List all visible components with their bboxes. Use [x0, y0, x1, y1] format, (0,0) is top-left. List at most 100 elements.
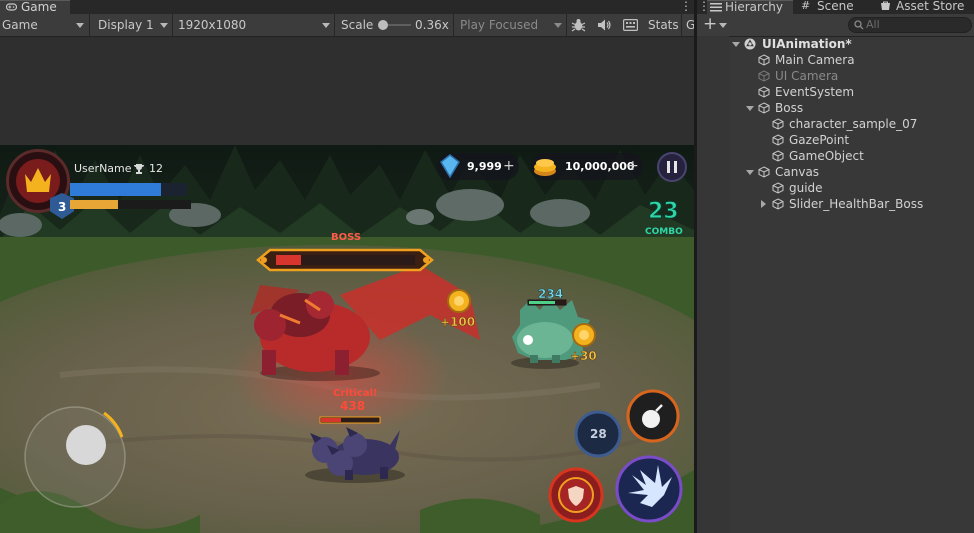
trophy-count: 12	[149, 162, 163, 175]
chevron-down-icon	[160, 23, 168, 28]
gems-value: 9,999	[467, 160, 502, 173]
tab-game-label: Game	[21, 0, 57, 14]
expand-arrow-icon[interactable]	[746, 164, 754, 180]
hierarchy-item-label: Boss	[775, 101, 804, 115]
scale-label: Scale	[341, 18, 374, 32]
toolbar-divider	[453, 14, 454, 36]
bomb-skill-button[interactable]	[626, 389, 680, 443]
expand-arrow-icon[interactable]	[746, 100, 754, 116]
gold-coin-icon	[447, 289, 471, 313]
enemy-health-fill	[529, 301, 555, 304]
chevron-down-icon	[322, 23, 330, 28]
combo-label: COMBO	[645, 227, 683, 237]
tab-scene-label: Scene	[817, 0, 854, 13]
add-object-button[interactable]: +	[703, 14, 717, 34]
game-view-letterbox	[0, 37, 694, 145]
gold-pickup-2: +30	[570, 349, 597, 364]
hierarchy-item-slider-healthbar-boss[interactable]: Slider_HealthBar_Boss	[697, 196, 974, 212]
shield-skill-button[interactable]	[548, 467, 604, 523]
pause-icon	[667, 161, 670, 173]
tab-hierarchy-label: Hierarchy	[725, 0, 784, 14]
username-label: UserName	[74, 162, 132, 175]
hierarchy-search-input[interactable]: All	[848, 17, 972, 33]
pause-button[interactable]	[657, 152, 687, 182]
toolbar-divider	[172, 14, 173, 36]
add-gold-icon[interactable]: +	[627, 159, 639, 173]
hierarchy-item-label: UI Camera	[775, 69, 839, 83]
hierarchy-item-boss[interactable]: Boss	[697, 100, 974, 116]
hierarchy-item-gameobject[interactable]: GameObject	[697, 148, 974, 164]
gameobject-cube-icon	[758, 54, 770, 66]
gameobject-cube-icon	[772, 182, 784, 194]
game-mode-dropdown[interactable]: Game	[2, 16, 38, 34]
expand-arrow-icon[interactable]	[732, 36, 740, 52]
add-gems-icon[interactable]: +	[503, 159, 515, 173]
display-dropdown[interactable]: Display 1	[98, 16, 154, 34]
game-toolbar: Game Display 1 1920x1080 Scale 0.36x Pla…	[0, 14, 695, 37]
gameobject-cube-icon	[758, 86, 770, 98]
boss-label: BOSS	[331, 232, 362, 243]
hierarchy-item-gazepoint[interactable]: GazePoint	[697, 132, 974, 148]
boss-health-fill	[276, 255, 301, 265]
gameobject-cube-icon	[758, 166, 770, 178]
tab-scene[interactable]: # Scene	[797, 0, 871, 14]
gold-coin-icon	[572, 323, 596, 347]
player-health-fill	[70, 183, 162, 196]
toolbar-divider	[334, 14, 335, 36]
tab-asset-store[interactable]: Asset Store	[877, 0, 974, 14]
scale-slider-handle[interactable]	[378, 20, 388, 30]
keyboard-icon[interactable]	[623, 18, 638, 32]
pause-icon-bar	[674, 161, 677, 173]
chevron-down-icon	[719, 23, 727, 28]
hierarchy-item-main-camera[interactable]: Main Camera	[697, 52, 974, 68]
stats-button[interactable]: Stats	[648, 16, 679, 34]
collapse-arrow-icon[interactable]	[761, 196, 769, 212]
bomb-icon	[642, 410, 660, 428]
hierarchy-item-guide[interactable]: guide	[697, 180, 974, 196]
gold-value: 10,000,000	[565, 160, 635, 173]
boss-health-bar	[256, 248, 434, 272]
tab-game[interactable]: Game	[0, 0, 70, 14]
gameobject-cube-icon	[772, 134, 784, 146]
hierarchy-item-canvas[interactable]: Canvas	[697, 164, 974, 180]
chevron-down-icon	[76, 23, 84, 28]
hierarchy-tab-bar: ⋮ Hierarchy # Scene Asset Store	[697, 0, 974, 14]
attack-skill-button[interactable]	[615, 455, 683, 523]
hierarchy-item-ui-camera[interactable]: UI Camera	[697, 68, 974, 84]
resolution-dropdown[interactable]: 1920x1080	[178, 16, 246, 34]
hierarchy-item-label: GazePoint	[789, 133, 850, 147]
list-icon	[710, 3, 722, 12]
gold-pickup-1: +100	[440, 315, 476, 330]
toolbar-divider	[681, 14, 682, 36]
hierarchy-item-label: UIAnimation*	[762, 37, 852, 51]
player-exp-bar	[70, 200, 191, 209]
hierarchy-item-character-sample[interactable]: character_sample_07	[697, 116, 974, 132]
skill-cooldown: 28	[590, 427, 607, 441]
toolbar-divider	[566, 14, 567, 36]
trophy-icon	[134, 164, 144, 174]
gameobject-cube-icon	[758, 70, 770, 82]
gameobject-cube-icon	[772, 118, 784, 130]
hierarchy-item-label: character_sample_07	[789, 117, 918, 131]
hierarchy-item-label: Main Camera	[775, 53, 855, 67]
hierarchy-item-eventsystem[interactable]: EventSystem	[697, 84, 974, 100]
player-exp-fill	[70, 200, 119, 209]
hierarchy-item-label: Slider_HealthBar_Boss	[789, 197, 924, 211]
game-panel-menu-icon[interactable]: ⋮	[680, 0, 692, 13]
hierarchy-item-label: GameObject	[789, 149, 864, 163]
gamepad-icon	[6, 3, 17, 11]
joystick-thumb[interactable]	[66, 425, 106, 465]
tab-hierarchy[interactable]: Hierarchy	[707, 0, 793, 14]
play-mode-dropdown[interactable]: Play Focused	[460, 16, 538, 34]
tab-asset-store-label: Asset Store	[896, 0, 965, 13]
damage-number-1: 234	[538, 287, 564, 302]
audio-icon[interactable]	[597, 18, 611, 32]
hierarchy-item-uianimation[interactable]: UIAnimation*	[697, 36, 974, 52]
gameobject-cube-icon	[772, 198, 784, 210]
damage-number-2: 438	[340, 399, 366, 413]
virtual-joystick[interactable]	[24, 406, 126, 508]
gem-icon	[440, 154, 460, 178]
bug-icon[interactable]	[571, 18, 586, 32]
wolf-health-fill	[321, 418, 341, 422]
game-view[interactable]: 3 UserName 12 9,999 + 10,000,000 + 23 CO…	[0, 145, 694, 533]
